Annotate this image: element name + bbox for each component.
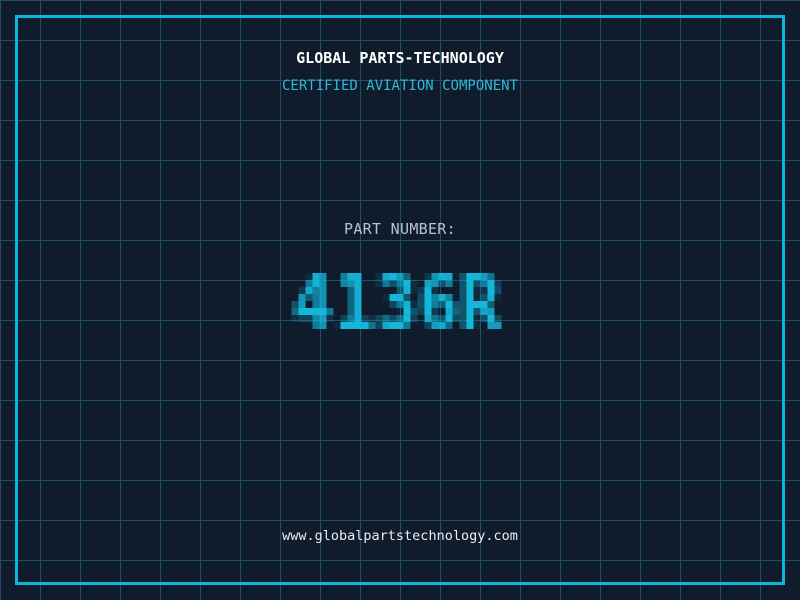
website-url: www.globalpartstechnology.com: [0, 528, 800, 544]
blueprint-grid-background: GLOBAL PARTS-TECHNOLOGY CERTIFIED AVIATI…: [0, 0, 800, 600]
part-number-display: [292, 259, 509, 343]
part-number-label: PART NUMBER:: [0, 220, 800, 238]
company-title: GLOBAL PARTS-TECHNOLOGY: [0, 49, 800, 67]
certification-subtitle: CERTIFIED AVIATION COMPONENT: [0, 78, 800, 94]
